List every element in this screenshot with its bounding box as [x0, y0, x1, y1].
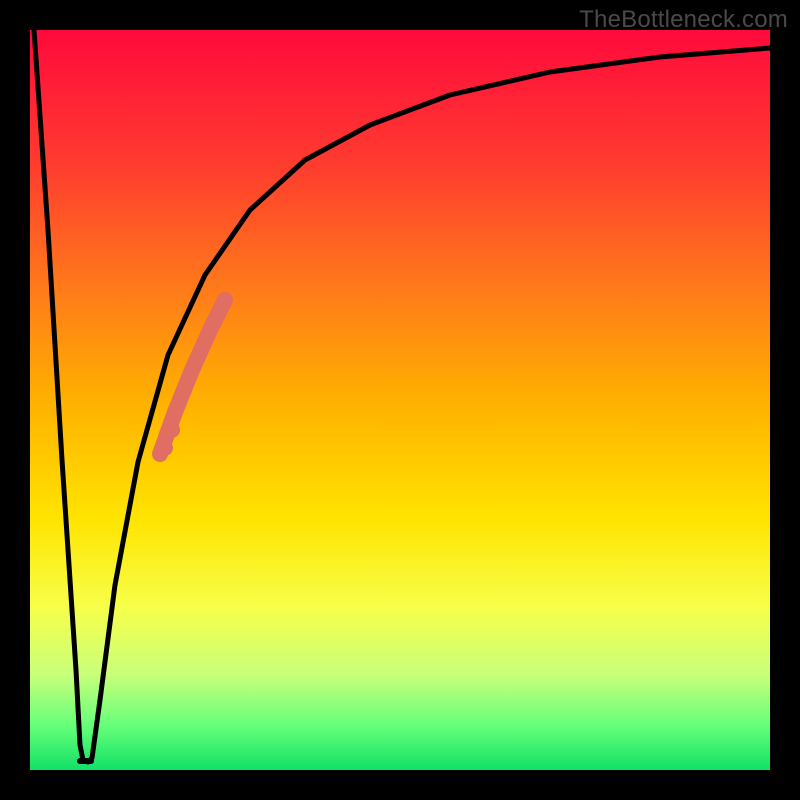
highlight-dot-1	[164, 422, 180, 438]
chart-frame: TheBottleneck.com	[0, 0, 800, 800]
plot-area	[30, 30, 770, 770]
curve-svg	[30, 30, 770, 770]
highlight-dot-2	[157, 440, 173, 456]
bottleneck-curve	[34, 30, 770, 762]
